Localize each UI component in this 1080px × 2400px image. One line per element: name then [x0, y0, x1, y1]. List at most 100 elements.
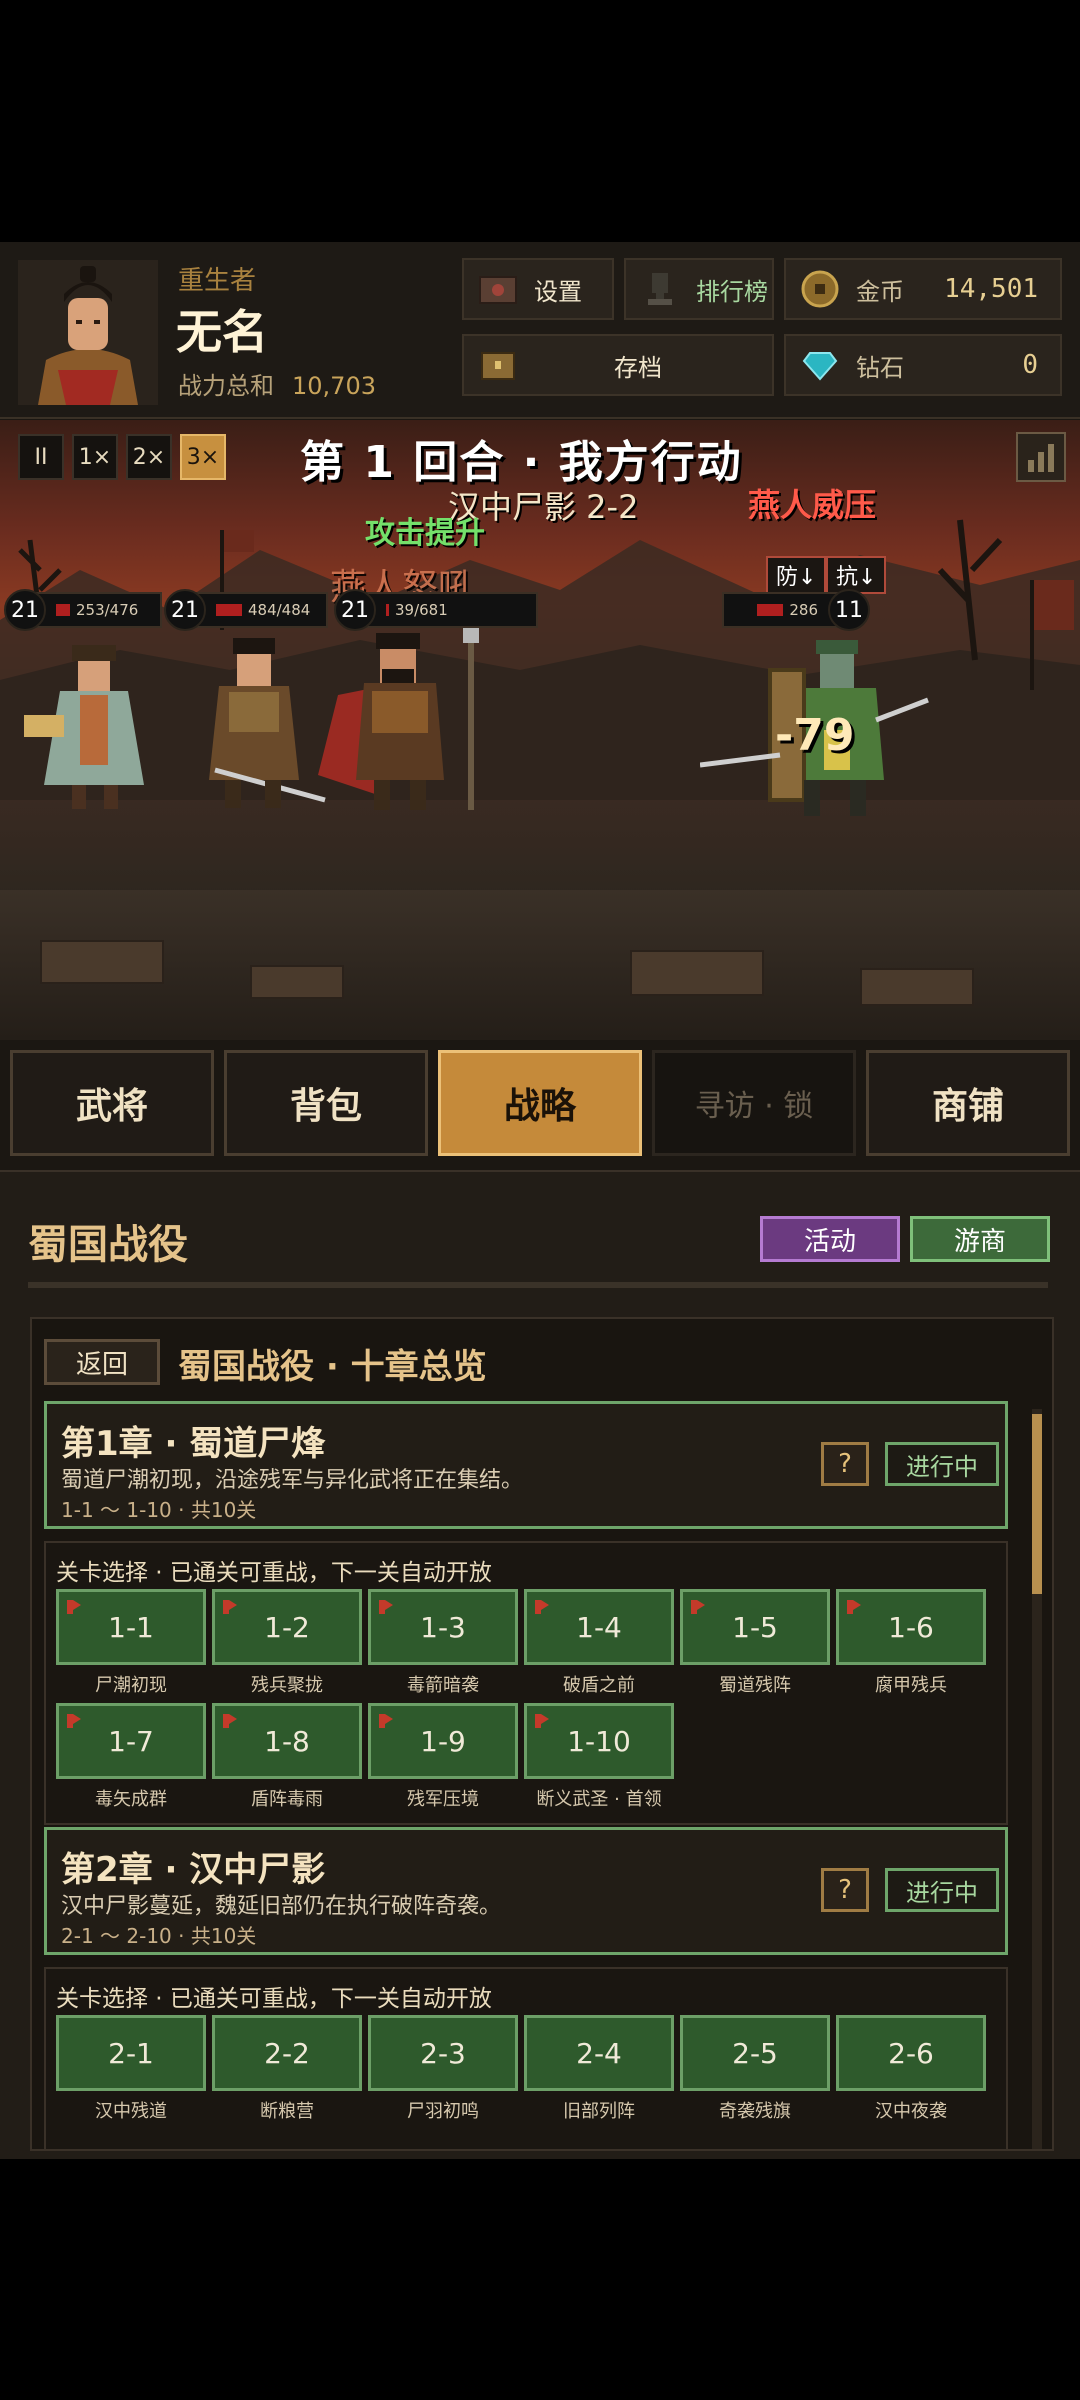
ally-hp-bar-1: 21 253/476	[4, 589, 162, 631]
level-button-1-6[interactable]: 1-6	[836, 1589, 986, 1665]
ally-hp-fill-3	[386, 604, 389, 616]
level-button-1-9[interactable]: 1-9	[368, 1703, 518, 1779]
main-tab-bar: 武将 背包 战略 寻访 · 锁 商铺	[0, 1042, 1080, 1158]
save-button[interactable]: 存档	[462, 334, 774, 396]
level-button-1-1[interactable]: 1-1	[56, 1589, 206, 1665]
chapter-status-badge: 进行中	[885, 1868, 999, 1912]
pause-button[interactable]: II	[18, 434, 64, 480]
level-cell: 2-2 断粮营	[212, 2015, 362, 2123]
gold-coin-icon	[801, 270, 839, 308]
power-label: 战力总和	[178, 372, 274, 400]
tab-recruit-locked[interactable]: 寻访 · 锁	[652, 1050, 856, 1156]
level-button-1-10[interactable]: 1-10	[524, 1703, 674, 1779]
level-button-1-5[interactable]: 1-5	[680, 1589, 830, 1665]
speed-3x-button[interactable]: 3×	[180, 434, 226, 480]
level-id: 2-6	[888, 2036, 934, 2070]
level-button-1-3[interactable]: 1-3	[368, 1589, 518, 1665]
battle-scene: II 1× 2× 3× 第 1 回合 · 我方行动 汉中尸影 2-2 攻击提升 …	[0, 420, 1080, 1040]
speed-2x-button[interactable]: 2×	[126, 434, 172, 480]
level-button-1-7[interactable]: 1-7	[56, 1703, 206, 1779]
activity-button[interactable]: 活动	[760, 1216, 900, 1262]
settings-icon	[479, 276, 517, 304]
flag-icon	[847, 1600, 861, 1614]
flag-icon	[223, 1600, 237, 1614]
chapter-range: 2-1 ～ 2-10 · 共10关	[61, 1924, 257, 1948]
level-id: 2-4	[576, 2036, 622, 2070]
level-button-1-2[interactable]: 1-2	[212, 1589, 362, 1665]
level-name: 汉中残道	[95, 2101, 167, 2122]
enemy-hp-text: 286	[789, 601, 818, 619]
settings-button[interactable]: 设置	[462, 258, 614, 320]
level-cell: 2-6 汉中夜袭	[836, 2015, 986, 2123]
rubble	[860, 968, 974, 1006]
chapter-range: 1-1 ～ 1-10 · 共10关	[61, 1498, 257, 1522]
tab-backpack[interactable]: 背包	[224, 1050, 428, 1156]
chapter-1-levels: 关卡选择 · 已通关可重战，下一关自动开放 1-1 尸潮初现 1-2 残兵聚拢 1-…	[44, 1541, 1008, 1825]
ally-hero-1[interactable]	[20, 635, 170, 810]
ally-hero-3[interactable]	[318, 625, 518, 815]
level-cell: 2-1 汉中残道	[56, 2015, 206, 2123]
level-cell: 1-5 蜀道残阵	[680, 1589, 830, 1697]
leaderboard-button[interactable]: 排行榜	[624, 258, 774, 320]
tab-generals[interactable]: 武将	[10, 1050, 214, 1156]
chapter-title: 第2章 · 汉中尸影	[61, 1850, 326, 1890]
level-button-2-2[interactable]: 2-2	[212, 2015, 362, 2091]
tab-shop[interactable]: 商铺	[866, 1050, 1070, 1156]
ally-hp-bar-3: 21 39/681	[334, 589, 538, 631]
section-divider	[28, 1282, 1048, 1288]
back-button[interactable]: 返回	[44, 1339, 160, 1385]
level-button-2-4[interactable]: 2-4	[524, 2015, 674, 2091]
scrollbar-thumb[interactable]	[1032, 1414, 1042, 1594]
player-avatar[interactable]	[18, 260, 158, 405]
chapter-2-card: 第2章 · 汉中尸影 汉中尸影蔓延，魏延旧部仍在执行破阵奇袭。 2-1 ～ 2-…	[44, 1827, 1008, 1955]
rubble	[250, 965, 344, 999]
level-button-2-1[interactable]: 2-1	[56, 2015, 206, 2091]
speed-1x-button[interactable]: 1×	[72, 434, 118, 480]
chapter-description: 汉中尸影蔓延，魏延旧部仍在执行破阵奇袭。	[61, 1894, 502, 1919]
leaderboard-label: 排行榜	[696, 277, 768, 306]
rubble	[630, 950, 764, 996]
ally-hero-2[interactable]	[185, 630, 335, 810]
level-id: 1-8	[264, 1724, 310, 1758]
level-select-hint: 关卡选择 · 已通关可重战，下一关自动开放	[56, 1986, 492, 2012]
level-name: 毒矢成群	[95, 1789, 167, 1810]
battle-stats-icon[interactable]	[1016, 432, 1066, 482]
level-id: 2-1	[108, 2036, 154, 2070]
level-button-2-3[interactable]: 2-3	[368, 2015, 518, 2091]
level-button-1-4[interactable]: 1-4	[524, 1589, 674, 1665]
level-id: 1-10	[567, 1724, 631, 1758]
ally-level-3: 21	[334, 589, 376, 631]
flag-icon	[223, 1714, 237, 1728]
level-id: 1-1	[108, 1610, 154, 1644]
level-id: 1-5	[732, 1610, 778, 1644]
save-chest-icon	[481, 352, 515, 380]
gold-value: 14,501	[944, 274, 1038, 304]
flag-icon	[379, 1714, 393, 1728]
chapter-help-button[interactable]: ?	[821, 1868, 869, 1912]
level-name: 蜀道残阵	[719, 1675, 791, 1696]
chapter-overview-panel: 返回 蜀国战役 · 十章总览 第1章 · 蜀道尸烽 蜀道尸潮初现，沿途残军与异化…	[30, 1317, 1054, 2151]
flag-icon	[67, 1600, 81, 1614]
level-name: 尸羽初鸣	[407, 2101, 479, 2122]
level-cell: 2-5 奇袭残旗	[680, 2015, 830, 2123]
damage-number: -79	[775, 710, 855, 761]
tab-strategy[interactable]: 战略	[438, 1050, 642, 1156]
chapter-1-card: 第1章 · 蜀道尸烽 蜀道尸潮初现，沿途残军与异化武将正在集结。 1-1 ～ 1…	[44, 1401, 1008, 1529]
merchant-button[interactable]: 游商	[910, 1216, 1050, 1262]
level-button-2-6[interactable]: 2-6	[836, 2015, 986, 2091]
level-button-1-8[interactable]: 1-8	[212, 1703, 362, 1779]
chapter-help-button[interactable]: ?	[821, 1442, 869, 1486]
flag-icon	[67, 1714, 81, 1728]
level-cell: 1-1 尸潮初现	[56, 1589, 206, 1697]
chapter-description: 蜀道尸潮初现，沿途残军与异化武将正在集结。	[61, 1468, 524, 1493]
player-header: 重生者 无名 战力总和 10,703 设置 排行榜 金币 14,501 存档 钻石…	[0, 242, 1080, 419]
diamond-value: 0	[1022, 350, 1038, 380]
level-name: 盾阵毒雨	[251, 1789, 323, 1810]
level-cell: 1-2 残兵聚拢	[212, 1589, 362, 1697]
level-id: 1-9	[420, 1724, 466, 1758]
level-id: 1-7	[108, 1724, 154, 1758]
level-id: 2-3	[420, 2036, 466, 2070]
level-button-2-5[interactable]: 2-5	[680, 2015, 830, 2091]
enemy-skill-float-text: 燕人威压	[748, 486, 877, 524]
enemy-hp-fill	[757, 604, 784, 616]
